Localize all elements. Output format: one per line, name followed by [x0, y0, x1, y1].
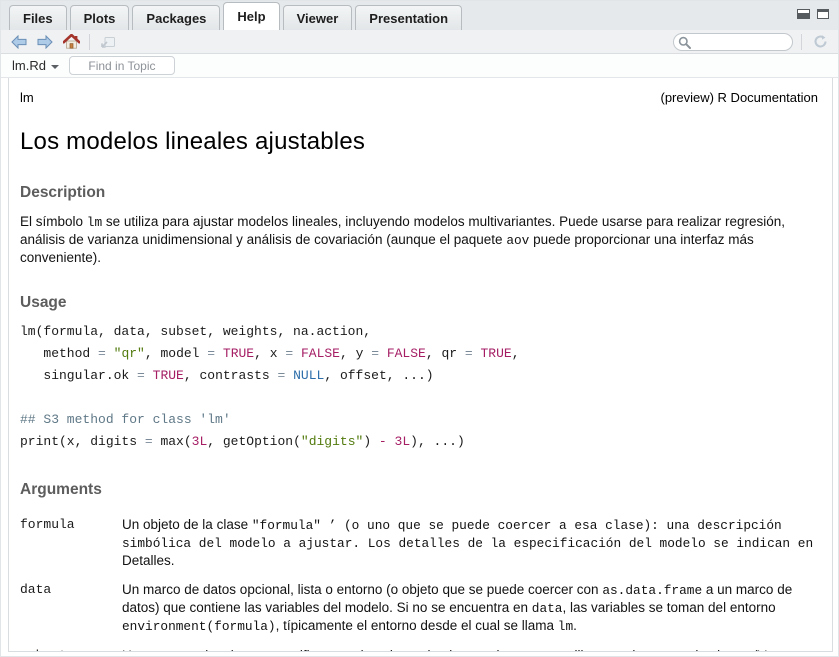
forward-button[interactable]	[35, 33, 55, 51]
code-line: ## S3 method for class 'lm'	[20, 409, 818, 431]
chevron-down-icon	[51, 65, 59, 69]
doc-header: lm (preview) R Documentation	[20, 90, 818, 105]
inline-code: lm	[87, 215, 102, 230]
home-button[interactable]	[61, 33, 81, 51]
show-in-new-window-button[interactable]	[98, 33, 118, 51]
minimize-pane-icon[interactable]	[797, 9, 810, 19]
page-title: Los modelos lineales ajustables	[20, 128, 818, 156]
text-run: Un marco de datos opcional, lista o ento…	[122, 582, 602, 597]
rstudio-help-pane: Files Plots Packages Help Viewer Present…	[0, 0, 839, 657]
back-button[interactable]	[9, 33, 29, 51]
search-icon	[678, 36, 691, 49]
text-run: , las variables se toman del entorno	[562, 600, 775, 615]
search-input[interactable]	[673, 33, 793, 51]
tab-help[interactable]: Help	[223, 2, 279, 30]
home-icon	[63, 34, 80, 49]
text-run: Un objeto de la clase	[122, 517, 252, 532]
inline-code: environment(formula)	[122, 619, 276, 634]
tab-packages[interactable]: Packages	[132, 5, 220, 30]
doc-source-label: (preview) R Documentation	[660, 90, 818, 105]
argument-term: data	[20, 581, 122, 635]
help-search	[673, 33, 793, 51]
tab-files-label: Files	[23, 11, 53, 26]
find-in-topic-input[interactable]	[69, 56, 175, 75]
help-toolbar	[1, 30, 838, 54]
description-heading: Description	[20, 184, 818, 202]
inline-code: aov	[506, 233, 529, 248]
argument-description: Un vector opcional que especifica un sub…	[122, 647, 818, 652]
text-run: El símbolo	[20, 214, 87, 229]
code-line: method = "qr", model = TRUE, x = FALSE, …	[20, 343, 818, 365]
code-line: lm(formula, data, subset, weights, na.ac…	[20, 321, 818, 343]
usage-code-block: lm(formula, data, subset, weights, na.ac…	[20, 321, 818, 453]
refresh-icon	[813, 34, 828, 49]
code-line: print(x, digits = max(3L, getOption("dig…	[20, 431, 818, 453]
topic-file-dropdown[interactable]: lm.Rd	[12, 58, 59, 73]
topic-file-label: lm.Rd	[12, 58, 46, 73]
code-line: singular.ok = TRUE, contrasts = NULL, of…	[20, 365, 818, 387]
arguments-heading: Arguments	[20, 481, 818, 499]
help-content: lm (preview) R Documentation Los modelos…	[8, 78, 833, 652]
toolbar-separator	[801, 34, 802, 50]
window-controls	[797, 9, 829, 19]
description-paragraph: El símbolo lm se utiliza para ajustar mo…	[20, 213, 818, 266]
pane-tab-bar: Files Plots Packages Help Viewer Present…	[1, 1, 838, 30]
refresh-button[interactable]	[810, 33, 830, 51]
tab-viewer[interactable]: Viewer	[283, 5, 353, 30]
text-run: Un vector opcional que especifica un sub…	[122, 648, 806, 652]
help-topic-bar: lm.Rd	[1, 54, 838, 78]
tab-presentation[interactable]: Presentation	[355, 5, 462, 30]
usage-heading: Usage	[20, 294, 818, 312]
text-run: .	[573, 618, 577, 633]
tab-help-label: Help	[237, 9, 265, 24]
inline-code: lm	[558, 619, 573, 634]
argument-description: Un objeto de la clase "formula" ’ (o uno…	[122, 516, 818, 569]
doc-topic-name: lm	[20, 90, 34, 105]
popout-icon	[100, 35, 116, 49]
back-arrow-icon	[11, 35, 27, 49]
argument-term: subset	[20, 647, 122, 652]
argument-description: Un marco de datos opcional, lista o ento…	[122, 581, 818, 635]
tab-files[interactable]: Files	[9, 5, 67, 30]
tab-viewer-label: Viewer	[297, 11, 339, 26]
arguments-table: formula Un objeto de la clase "formula" …	[20, 516, 818, 652]
maximize-pane-icon[interactable]	[817, 9, 829, 19]
text-run: Detalles.	[122, 553, 175, 568]
tab-packages-label: Packages	[146, 11, 206, 26]
argument-term: formula	[20, 516, 122, 569]
inline-code: as.data.frame	[602, 583, 702, 598]
toolbar-separator	[89, 34, 90, 50]
text-run: , típicamente el entorno desde el cual s…	[276, 618, 558, 633]
tab-presentation-label: Presentation	[369, 11, 448, 26]
forward-arrow-icon	[37, 35, 53, 49]
tab-plots[interactable]: Plots	[70, 5, 130, 30]
inline-code: data	[532, 601, 563, 616]
code-line	[20, 387, 818, 409]
tab-plots-label: Plots	[84, 11, 116, 26]
